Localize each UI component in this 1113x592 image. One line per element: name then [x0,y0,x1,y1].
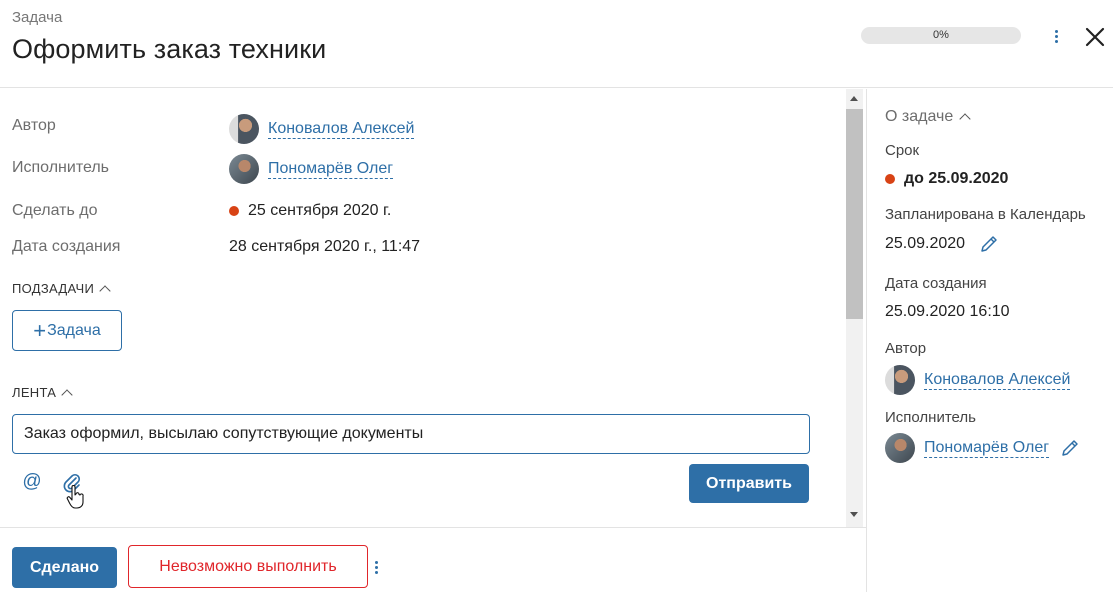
chevron-up-icon [61,388,73,401]
about-task-title: О задаче [885,108,954,125]
deadline-text: до 25.09.2020 [904,170,1009,187]
scroll-down-icon[interactable] [850,512,858,517]
feed-section-toggle[interactable]: ЛЕНТА [12,385,73,401]
executor-label: Исполнитель [12,159,110,176]
due-date-text: 25 сентября 2020 г. [248,202,392,219]
footer-kebab-menu-icon[interactable] [370,557,382,577]
author-link[interactable]: Коновалов Алексей [268,120,415,139]
progress-label: 0% [933,29,949,41]
subtasks-title: ПОДЗАДАЧИ [12,281,95,296]
author-value: Коновалов Алексей [229,114,415,144]
side-author-value: Коновалов Алексей [885,365,1071,395]
feed-comment-input[interactable] [12,414,810,454]
due-value: 25 сентября 2020 г. [229,202,391,220]
page-title: Оформить заказ техники [12,34,327,64]
chevron-up-icon [99,284,111,297]
scroll-up-icon[interactable] [850,96,858,101]
task-type-label: Задача [12,9,63,26]
main-scrollbar[interactable] [846,89,863,527]
side-executor-link[interactable]: Пономарёв Олег [924,439,1050,458]
author-label: Автор [12,117,56,134]
task-info-sidebar: О задаче Срок до 25.09.2020 Запланирован… [866,89,1113,592]
side-author-link[interactable]: Коновалов Алексей [924,371,1071,390]
add-subtask-button[interactable]: + Задача [12,310,122,351]
executor-avatar[interactable] [229,154,259,184]
chevron-up-icon [959,113,971,125]
task-actions-footer: Сделано Невозможно выполнить [0,527,866,592]
header-kebab-menu-icon[interactable] [1050,26,1062,46]
side-created-label: Дата создания [885,275,987,292]
add-subtask-label: Задача [47,321,101,339]
due-label: Сделать до [12,202,98,219]
send-button[interactable]: Отправить [689,464,809,503]
task-main-panel: Автор Коновалов Алексей Исполнитель Поно… [0,89,846,527]
task-header: Задача Оформить заказ техники 0% [0,0,1113,88]
feed-title: ЛЕНТА [12,385,57,400]
progress-bar: 0% [861,27,1021,44]
created-label: Дата создания [12,238,121,255]
side-created-value: 25.09.2020 16:10 [885,303,1010,320]
side-executor-label: Исполнитель [885,409,976,426]
side-author-label: Автор [885,340,927,357]
calendar-date-text: 25.09.2020 [885,235,966,252]
about-task-toggle[interactable]: О задаче [885,108,971,126]
calendar-value: 25.09.2020 [885,234,999,254]
scroll-thumb[interactable] [846,109,863,319]
pencil-icon[interactable] [979,234,999,254]
done-button[interactable]: Сделано [12,547,117,588]
close-icon[interactable] [1083,25,1107,49]
overdue-dot-icon [885,174,895,184]
plus-icon: + [33,317,47,343]
cannot-complete-button[interactable]: Невозможно выполнить [128,545,368,588]
created-value: 28 сентября 2020 г., 11:47 [229,238,421,255]
hand-cursor-icon [66,485,86,514]
calendar-label: Запланирована в Календарь [885,206,1086,223]
executor-link[interactable]: Пономарёв Олег [268,160,394,179]
pencil-icon[interactable] [1060,438,1080,458]
at-sign-icon[interactable]: @ [21,471,43,493]
side-author-avatar[interactable] [885,365,915,395]
side-executor-value: Пономарёв Олег [885,433,1080,463]
executor-value: Пономарёв Олег [229,154,394,184]
deadline-label: Срок [885,142,920,159]
overdue-dot-icon [229,206,239,216]
deadline-value: до 25.09.2020 [885,170,1008,188]
side-executor-avatar[interactable] [885,433,915,463]
subtasks-section-toggle[interactable]: ПОДЗАДАЧИ [12,281,111,297]
author-avatar[interactable] [229,114,259,144]
